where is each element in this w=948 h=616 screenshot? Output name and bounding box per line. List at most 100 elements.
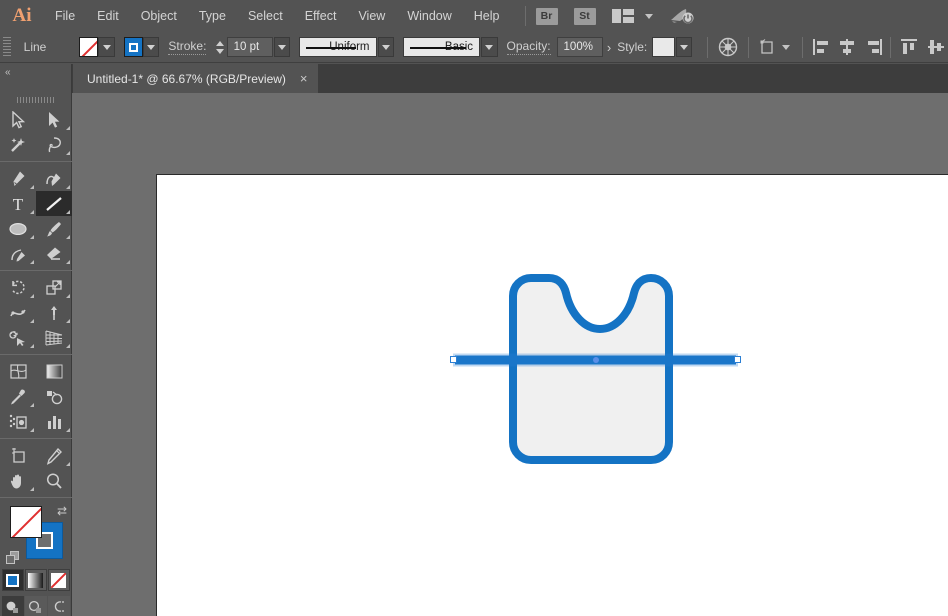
illustrator-window: Ai File Edit Object Type Select Effect V… — [0, 0, 948, 616]
brush-preview-line — [410, 47, 466, 49]
toolbar-grip[interactable] — [0, 93, 71, 107]
fill-swatch-dropdown[interactable] — [98, 37, 114, 57]
menu-bar: Ai File Edit Object Type Select Effect V… — [0, 0, 948, 32]
menu-select[interactable]: Select — [237, 0, 294, 32]
tool-group-draw: T — [0, 166, 72, 266]
fill-swatch[interactable] — [79, 37, 98, 57]
anchor-point-right[interactable] — [734, 356, 741, 363]
menu-type[interactable]: Type — [188, 0, 237, 32]
recolor-artwork-icon[interactable] — [718, 35, 738, 59]
menu-view[interactable]: View — [347, 0, 396, 32]
graphic-style-dropdown[interactable] — [676, 37, 692, 57]
menu-help[interactable]: Help — [463, 0, 511, 32]
toolbar-divider-2 — [0, 270, 72, 271]
eraser-tool[interactable] — [36, 241, 72, 266]
align-vertical-center-icon[interactable] — [928, 39, 942, 55]
gradient-tool[interactable] — [36, 359, 72, 384]
anchor-point-left[interactable] — [450, 356, 457, 363]
brush-definition-select[interactable]: Basic — [403, 37, 480, 57]
brush-definition-dropdown[interactable] — [481, 37, 497, 57]
stroke-weight-label[interactable]: Stroke: — [168, 39, 206, 55]
menu-edit[interactable]: Edit — [86, 0, 130, 32]
zoom-tool[interactable] — [36, 468, 72, 493]
stroke-swatch[interactable] — [124, 37, 143, 57]
path-center-point[interactable] — [593, 357, 599, 363]
curvature-tool[interactable] — [36, 166, 72, 191]
color-mode-button[interactable] — [2, 569, 24, 591]
stroke-swatch-dropdown[interactable] — [143, 37, 159, 57]
tool-group-color — [0, 359, 72, 434]
ellipse-tool[interactable] — [0, 216, 36, 241]
opacity-input[interactable]: 100% — [557, 37, 603, 57]
arrange-documents-icon[interactable] — [612, 9, 634, 23]
document-tab[interactable]: Untitled-1* @ 66.67% (RGB/Preview) × — [73, 64, 318, 93]
draw-behind-button[interactable] — [25, 596, 47, 616]
perspective-grid-tool[interactable] — [36, 325, 72, 350]
type-tool[interactable]: T — [0, 191, 36, 216]
menu-window[interactable]: Window — [396, 0, 462, 32]
rocket-workspace-icon[interactable] — [669, 7, 695, 25]
slice-tool[interactable] — [36, 443, 72, 468]
pencil-tool[interactable] — [0, 241, 36, 266]
symbol-sprayer-tool[interactable] — [0, 409, 36, 434]
stroke-weight-dropdown[interactable] — [274, 37, 290, 57]
stroke-profile-dropdown[interactable] — [378, 37, 394, 57]
align-left-icon[interactable] — [813, 39, 827, 55]
toolbar-header: « — [0, 64, 72, 93]
align-horizontal-center-icon[interactable] — [839, 39, 853, 55]
magic-wand-tool[interactable] — [0, 132, 36, 157]
graphic-style-swatch[interactable] — [652, 37, 674, 57]
transform-chevron-down-icon[interactable] — [782, 45, 790, 50]
tool-group-navigation — [0, 443, 72, 493]
none-mode-button[interactable] — [48, 569, 70, 591]
fill-color-swatch[interactable] — [10, 506, 42, 538]
draw-inside-button[interactable] — [48, 596, 70, 616]
lasso-tool[interactable] — [36, 132, 72, 157]
scale-tool[interactable] — [36, 275, 72, 300]
toolbar-divider-3 — [0, 354, 72, 355]
opacity-label[interactable]: Opacity: — [507, 39, 551, 55]
style-label: Style: — [617, 40, 647, 54]
rotate-tool[interactable] — [0, 275, 36, 300]
draw-normal-button[interactable] — [2, 596, 24, 616]
app-logo: Ai — [0, 5, 44, 27]
chevron-down-icon[interactable] — [645, 14, 653, 19]
stock-button[interactable]: St — [574, 8, 596, 25]
paintbrush-tool[interactable] — [36, 216, 72, 241]
control-bar-grip[interactable] — [3, 37, 11, 57]
shape-builder-tool[interactable] — [0, 325, 36, 350]
stroke-weight-stepper[interactable] — [214, 37, 224, 57]
bridge-button[interactable]: Br — [536, 8, 558, 25]
direct-selection-tool[interactable] — [36, 107, 72, 132]
blend-tool[interactable] — [36, 384, 72, 409]
stroke-profile-select[interactable]: Uniform — [299, 37, 376, 57]
opacity-expand-arrow[interactable]: › — [607, 40, 611, 55]
default-fill-stroke-icon[interactable] — [6, 551, 20, 564]
close-icon[interactable]: × — [300, 72, 308, 85]
selection-tool[interactable] — [0, 107, 36, 132]
gradient-mode-button[interactable] — [25, 569, 47, 591]
mesh-tool[interactable] — [0, 359, 36, 384]
width-tool[interactable] — [0, 300, 36, 325]
paint-mode-row — [0, 569, 71, 591]
line-segment-tool[interactable] — [36, 191, 72, 216]
tool-group-selection — [0, 107, 72, 157]
column-graph-tool[interactable] — [36, 409, 72, 434]
menu-file[interactable]: File — [44, 0, 86, 32]
pen-tool[interactable] — [0, 166, 36, 191]
tank-top-outline — [513, 278, 669, 460]
menu-object[interactable]: Object — [130, 0, 188, 32]
canvas-area[interactable] — [72, 93, 948, 616]
hand-tool[interactable] — [0, 468, 36, 493]
stroke-weight-input[interactable]: 10 pt — [227, 37, 273, 57]
artboard-tool[interactable] — [0, 443, 36, 468]
transform-icon[interactable] — [759, 35, 778, 59]
collapse-panel-icon[interactable]: « — [5, 67, 10, 78]
align-right-icon[interactable] — [866, 39, 880, 55]
eyedropper-tool[interactable] — [0, 384, 36, 409]
swap-fill-stroke-icon[interactable]: ⇄ — [57, 504, 67, 518]
toolbar-divider-4 — [0, 438, 72, 439]
free-transform-tool[interactable] — [36, 300, 72, 325]
menu-effect[interactable]: Effect — [294, 0, 348, 32]
align-top-icon[interactable] — [901, 39, 915, 55]
